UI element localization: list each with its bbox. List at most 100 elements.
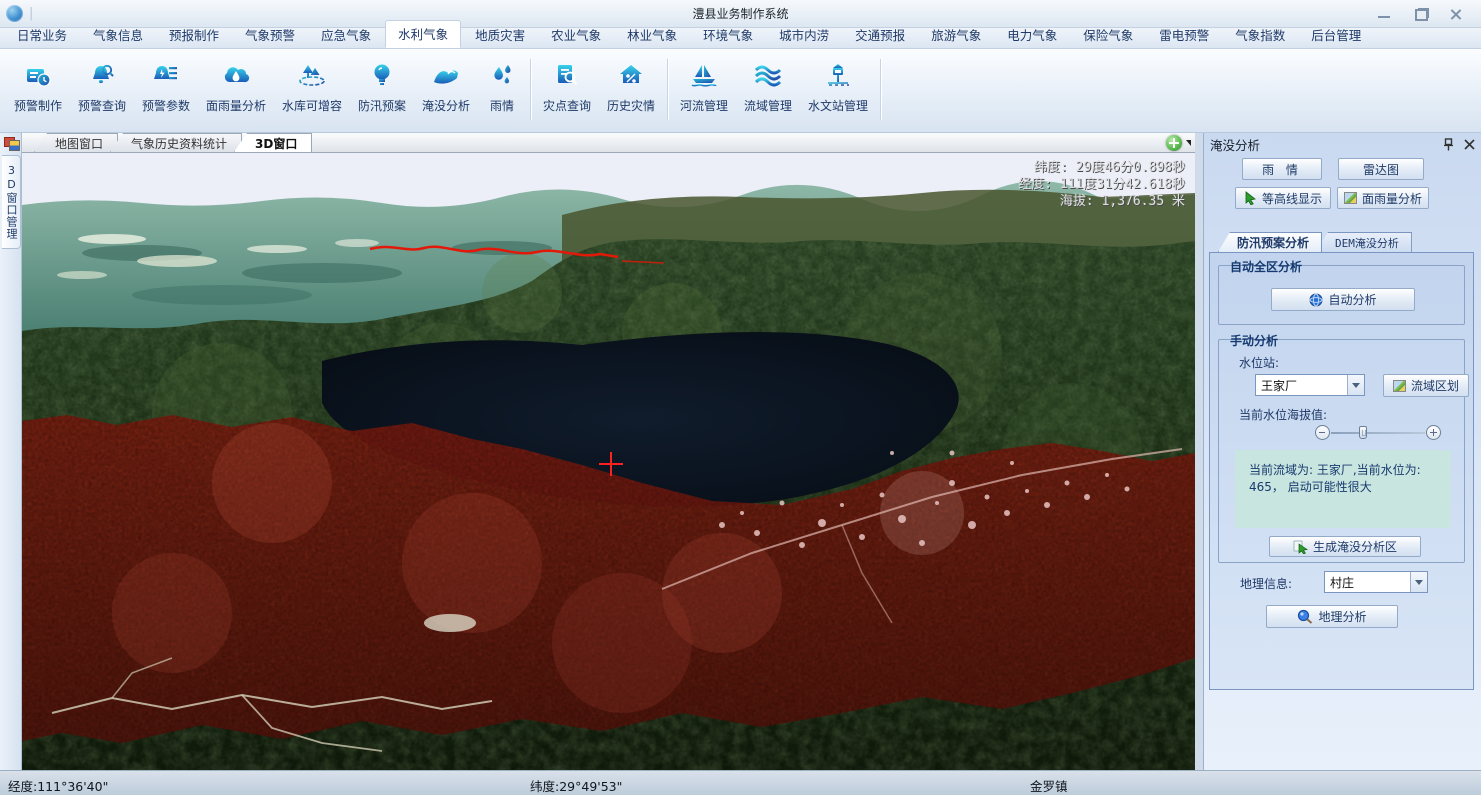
contour-display-button[interactable]: 等高线显示	[1235, 187, 1331, 209]
application-window: | 澧县业务制作系统 日常业务 气象信息 预报制作 气象预警 应急气象 水利气象…	[0, 0, 1481, 795]
latitude-readout: 纬度: 29度46分0.898秒	[1018, 159, 1185, 176]
menu-weather-warning[interactable]: 气象预警	[233, 22, 307, 48]
document-edit-icon	[23, 59, 53, 93]
lightbulb-icon	[367, 59, 397, 93]
menu-power-weather[interactable]: 电力气象	[995, 22, 1069, 48]
tool-label: 雨情	[490, 97, 514, 114]
tool-label: 预警参数	[142, 97, 190, 114]
map-3d-view[interactable]: 纬度: 29度46分0.898秒 经度: 111度31分42.618秒 海拔: …	[22, 153, 1195, 770]
minus-icon[interactable]	[1315, 425, 1330, 440]
maximize-icon[interactable]	[1413, 8, 1427, 20]
auto-analysis-group: 自动全区分析 自动分析	[1218, 265, 1465, 325]
geo-info-label: 地理信息:	[1240, 575, 1292, 592]
status-bar: 经度:111°36'40" 纬度:29°49'53" 金罗镇	[0, 770, 1481, 795]
basin-zoning-button[interactable]: 流域区划	[1383, 374, 1469, 397]
tool-basin-mgmt[interactable]: 流域管理	[736, 53, 800, 130]
tool-disaster-query[interactable]: 灾点查询	[535, 53, 599, 130]
ribbon-separator	[530, 59, 531, 120]
geo-info-combobox[interactable]: 村庄	[1324, 571, 1428, 593]
menu-weather-info[interactable]: 气象信息	[81, 22, 155, 48]
button-label: 等高线显示	[1262, 190, 1322, 207]
generate-flood-zone-button[interactable]: 生成淹没分析区	[1269, 536, 1421, 557]
menu-forecast-making[interactable]: 预报制作	[157, 22, 231, 48]
button-label: 生成淹没分析区	[1313, 538, 1397, 555]
altitude-readout: 海拔: 1,376.35 米	[1018, 193, 1185, 210]
tool-flood-analysis[interactable]: 淹没分析	[414, 53, 478, 130]
combobox-value: 村庄	[1325, 574, 1410, 591]
tab-dem-flood-analysis[interactable]: DEM淹没分析	[1316, 232, 1412, 252]
groupbox-title: 自动全区分析	[1227, 258, 1305, 275]
add-tab-icon[interactable]	[1166, 135, 1182, 151]
menu-daily-business[interactable]: 日常业务	[5, 22, 79, 48]
ribbon-toolbar: 预警制作 预警查询 预警参数 面雨量分析 水库可增容	[0, 49, 1481, 133]
area-rainfall-button[interactable]: 面雨量分析	[1337, 187, 1429, 209]
menu-insurance-weather[interactable]: 保险气象	[1071, 22, 1145, 48]
tool-warning-params[interactable]: 预警参数	[134, 53, 198, 130]
house-history-icon	[616, 59, 646, 93]
tool-disaster-history[interactable]: 历史灾情	[599, 53, 663, 130]
status-longitude: 经度:111°36'40"	[8, 776, 108, 795]
tool-label: 淹没分析	[422, 97, 470, 114]
chevron-down-icon[interactable]	[1347, 375, 1364, 395]
station-combobox[interactable]: 王家厂	[1255, 374, 1365, 396]
geo-analysis-button[interactable]: 地理分析	[1266, 605, 1398, 628]
slider-track[interactable]	[1331, 432, 1425, 434]
menu-lightning-warning[interactable]: 雷电预警	[1147, 22, 1221, 48]
minimize-icon[interactable]	[1377, 8, 1391, 20]
3d-window-manager-tab[interactable]: 3D窗口管理	[2, 155, 21, 249]
slider-thumb[interactable]	[1359, 426, 1367, 439]
tool-label: 面雨量分析	[206, 97, 266, 114]
tool-reservoir-capacity[interactable]: 水库可增容	[274, 53, 350, 130]
tool-rain-info[interactable]: 雨情	[478, 53, 526, 130]
coordinate-overlay: 纬度: 29度46分0.898秒 经度: 111度31分42.618秒 海拔: …	[1018, 159, 1185, 210]
status-latitude: 纬度:29°49'53"	[530, 776, 622, 795]
tool-label: 水库可增容	[282, 97, 342, 114]
chevron-down-icon[interactable]	[1410, 572, 1427, 592]
tool-warning-query[interactable]: 预警查询	[70, 53, 134, 130]
tool-warning-create[interactable]: 预警制作	[6, 53, 70, 130]
menu-env-weather[interactable]: 环境气象	[691, 22, 765, 48]
menu-bar: 日常业务 气象信息 预报制作 气象预警 应急气象 水利气象 地质灾害 农业气象 …	[0, 28, 1481, 49]
menu-hydro-weather[interactable]: 水利气象	[385, 20, 461, 48]
tool-flood-plan[interactable]: 防汛预案	[350, 53, 414, 130]
pin-icon[interactable]	[1443, 138, 1454, 151]
bell-params-icon	[151, 59, 181, 93]
rain-info-button[interactable]: 雨 情	[1242, 158, 1322, 180]
longitude-readout: 经度: 111度31分42.618秒	[1018, 176, 1185, 193]
menu-geo-disaster[interactable]: 地质灾害	[463, 22, 537, 48]
menu-agri-weather[interactable]: 农业气象	[539, 22, 613, 48]
menu-forest-weather[interactable]: 林业气象	[615, 22, 689, 48]
water-level-slider[interactable]	[1315, 424, 1441, 442]
radar-image-button[interactable]: 雷达图	[1338, 158, 1424, 180]
tab-weather-history-stats[interactable]: 气象历史资料统计	[110, 133, 242, 152]
document-tabstrip: 地图窗口 气象历史资料统计 3D窗口	[22, 133, 1195, 153]
tool-label: 灾点查询	[543, 97, 591, 114]
tab-flood-plan-analysis[interactable]: 防汛预案分析	[1218, 232, 1322, 252]
menu-weather-index[interactable]: 气象指数	[1223, 22, 1297, 48]
cloud-raindrop-icon	[220, 59, 252, 93]
auto-analysis-button[interactable]: 自动分析	[1271, 288, 1415, 311]
combobox-value: 王家厂	[1256, 377, 1347, 394]
bell-search-icon	[87, 59, 117, 93]
tab-3d-window[interactable]: 3D窗口	[234, 133, 312, 152]
button-label: 面雨量分析	[1362, 190, 1422, 207]
tool-area-rainfall[interactable]: 面雨量分析	[198, 53, 274, 130]
menu-tourism-weather[interactable]: 旅游气象	[919, 22, 993, 48]
panel-close-icon[interactable]	[1464, 139, 1475, 150]
magnifier-icon	[1297, 609, 1313, 624]
tool-river-mgmt[interactable]: 河流管理	[672, 53, 736, 130]
menu-emergency-weather[interactable]: 应急气象	[309, 22, 383, 48]
panel-splitter[interactable]	[1195, 133, 1203, 770]
menu-urban-flood[interactable]: 城市内涝	[767, 22, 841, 48]
tab-map-window[interactable]: 地图窗口	[34, 133, 118, 152]
tool-hydrostation-mgmt[interactable]: 水文站管理	[800, 53, 876, 130]
button-label: 地理分析	[1318, 608, 1366, 625]
ribbon-separator	[880, 59, 881, 120]
analysis-tabs: 防汛预案分析 DEM淹没分析	[1218, 232, 1406, 252]
menu-backend-mgmt[interactable]: 后台管理	[1299, 22, 1373, 48]
tab-list-dropdown-icon[interactable]	[1186, 140, 1191, 146]
button-label: 自动分析	[1328, 291, 1376, 308]
plus-icon[interactable]	[1426, 425, 1441, 440]
close-icon[interactable]	[1449, 8, 1463, 20]
menu-traffic-forecast[interactable]: 交通预报	[843, 22, 917, 48]
